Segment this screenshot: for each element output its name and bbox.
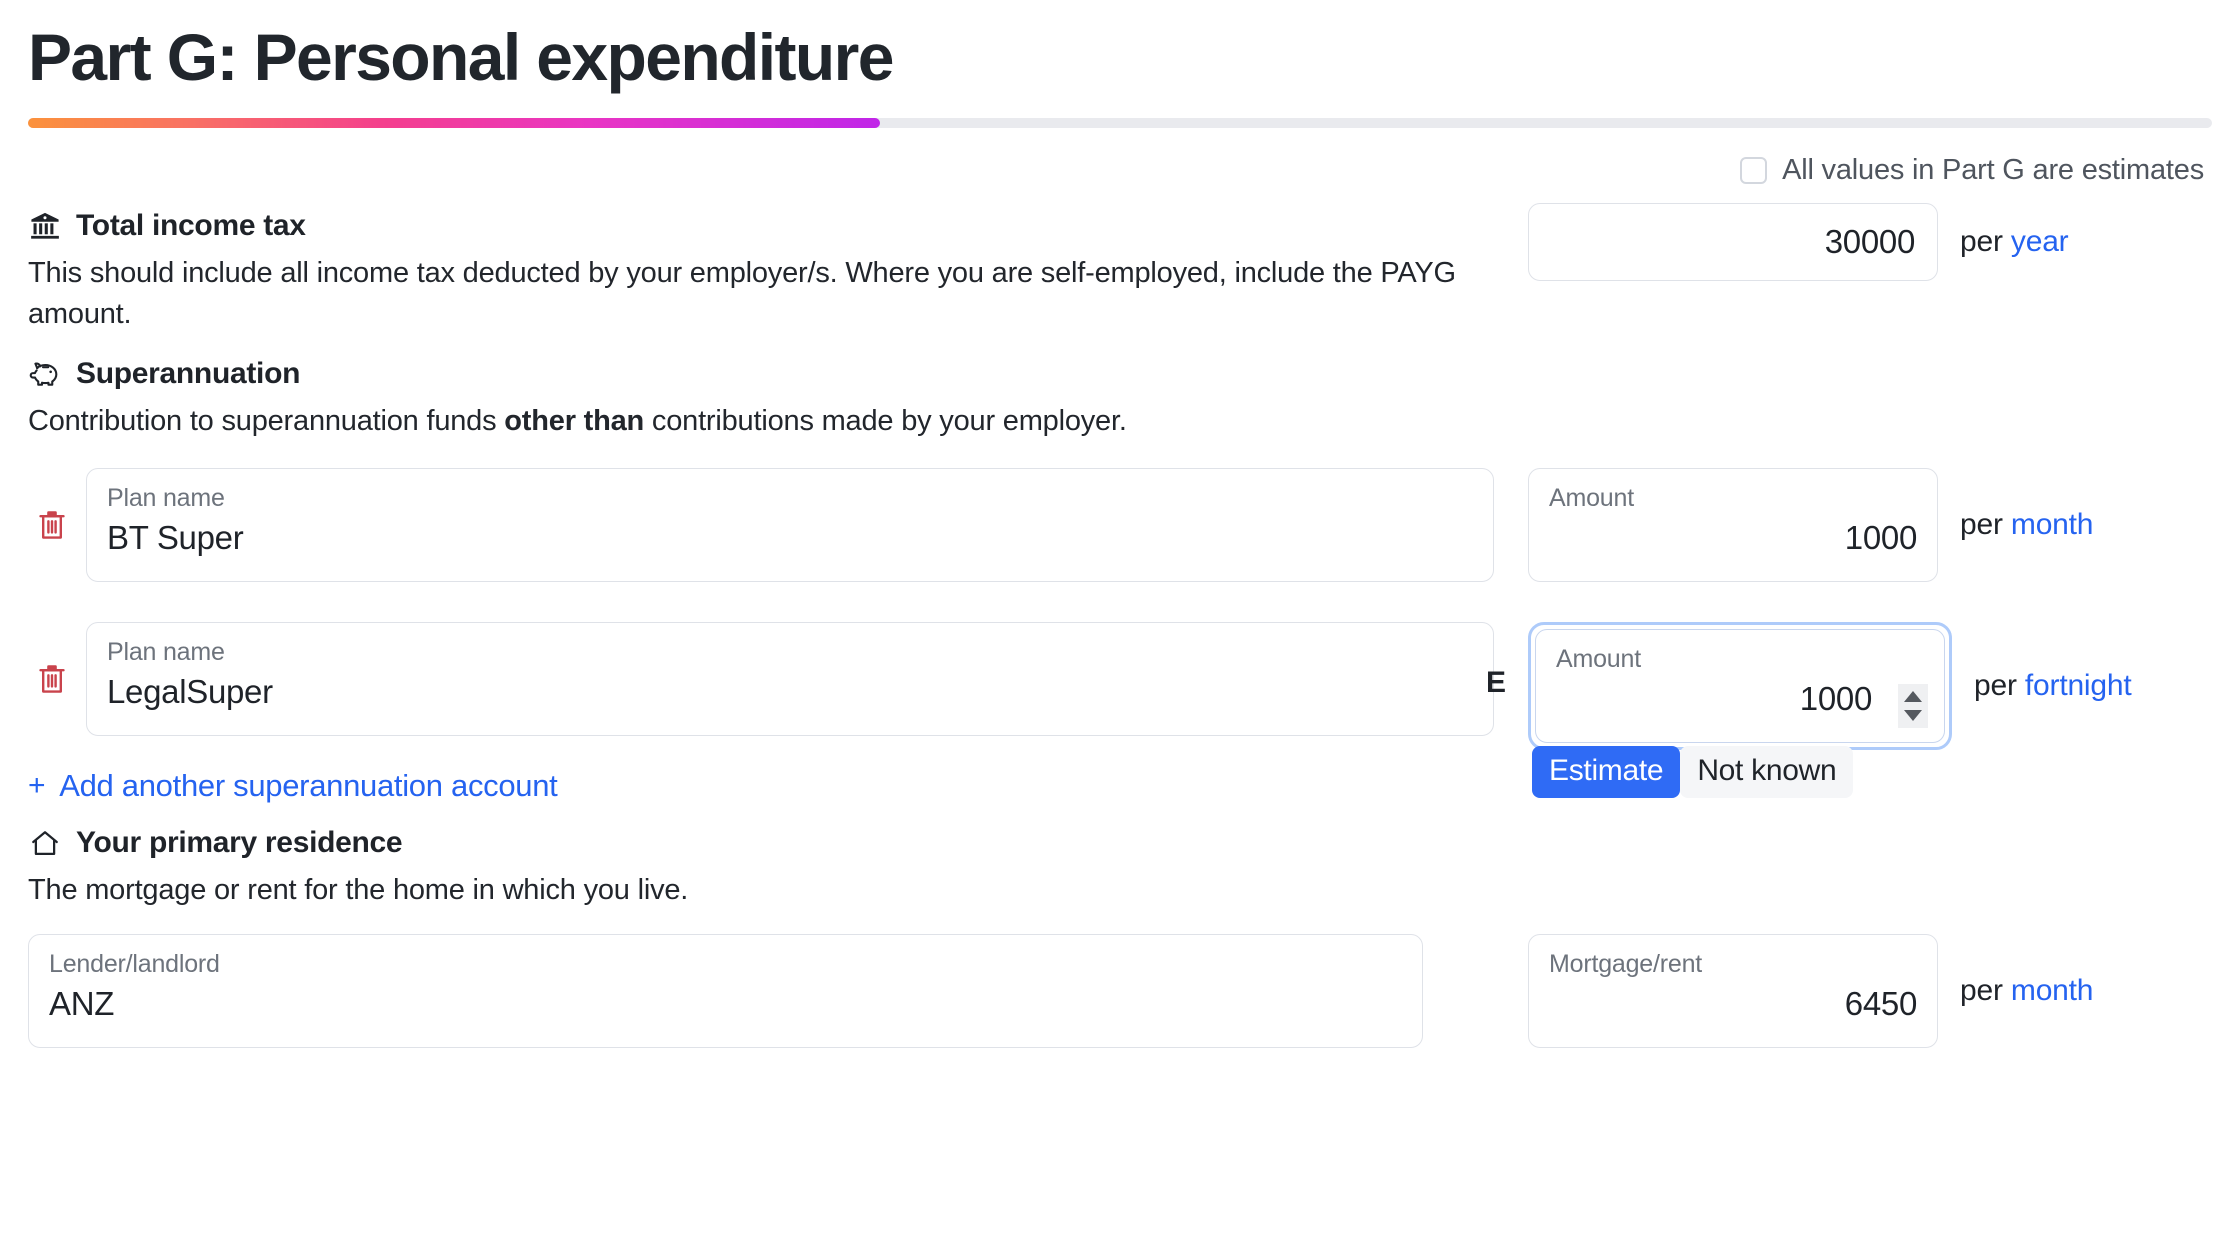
amount-input-2[interactable]: Amount 1000 (1535, 629, 1945, 744)
superannuation-account-row: Plan name LegalSuper E Amount 1000 Estim… (28, 622, 2212, 798)
superannuation-heading: Superannuation (28, 357, 2212, 391)
amount-frequency-2: per fortnight (1974, 669, 2132, 703)
lender-landlord-input[interactable]: Lender/landlord ANZ (28, 933, 1423, 1048)
plan-name-value-1: BT Super (107, 519, 244, 557)
income-tax-frequency: per year (1960, 224, 2069, 259)
amount-value-2: 1000 (1799, 680, 1873, 718)
primary-residence-title: Your primary residence (76, 826, 403, 860)
amount-label-1: Amount (1549, 484, 1634, 513)
per-word-2: per (1974, 669, 2017, 703)
per-word-residence: per (1960, 973, 2003, 1007)
number-stepper[interactable] (1898, 684, 1928, 729)
per-word-1: per (1960, 508, 2003, 542)
piggy-bank-icon (28, 357, 62, 391)
all-estimates-label: All values in Part G are estimates (1782, 153, 2204, 186)
frequency-link-1[interactable]: month (2011, 508, 2094, 541)
plan-name-label-1: Plan name (107, 484, 225, 513)
income-tax-amount-row: 30000 per year (1528, 202, 2069, 281)
lender-landlord-label: Lender/landlord (49, 949, 220, 978)
income-tax-amount-input[interactable]: 30000 (1528, 202, 1938, 281)
plan-name-label-2: Plan name (107, 638, 225, 667)
page-title: Part G: Personal expenditure (28, 20, 894, 94)
progress-bar-fill (28, 117, 880, 128)
income-tax-title: Total income tax (76, 208, 306, 242)
plan-name-value-2: LegalSuper (107, 673, 273, 711)
frequency-link-2[interactable]: fortnight (2025, 669, 2132, 702)
estimate-partial-label: E (1486, 666, 1506, 700)
superannuation-title: Superannuation (76, 357, 301, 391)
bank-icon (28, 209, 62, 243)
desc-bold: other than (504, 405, 645, 438)
plan-name-input-2[interactable]: Plan name LegalSuper (86, 622, 1494, 737)
all-estimates-toggle[interactable]: All values in Part G are estimates (28, 154, 2212, 187)
amount-focus-stack: E Amount 1000 Estimate Not known (1486, 622, 1952, 798)
home-icon (28, 826, 62, 860)
estimate-option-estimate[interactable]: Estimate (1532, 746, 1681, 798)
mortgage-rent-value: 6450 (1844, 984, 1918, 1022)
add-superannuation-account-label: Add another superannuation account (59, 768, 558, 804)
income-tax-frequency-link[interactable]: year (2011, 225, 2069, 258)
delete-superannuation-account-button[interactable] (28, 509, 76, 541)
mortgage-rent-label: Mortgage/rent (1549, 949, 1703, 978)
lender-landlord-value: ANZ (49, 984, 115, 1022)
income-tax-description: This should include all income tax deduc… (28, 256, 1456, 331)
estimate-dropdown[interactable]: Estimate Not known (1532, 746, 1854, 798)
amount-frequency-1: per month (1960, 508, 2093, 542)
primary-residence-heading: Your primary residence (28, 826, 2212, 860)
personal-expenditure-form: Part G: Personal expenditure All values … (0, 0, 2240, 1260)
amount-input-1[interactable]: Amount 1000 (1528, 468, 1938, 583)
mortgage-rent-group: Mortgage/rent 6450 per month (1528, 933, 2093, 1048)
primary-residence-description: The mortgage or rent for the home in whi… (28, 874, 689, 907)
amount-label-2: Amount (1556, 645, 1641, 674)
stepper-up-icon[interactable] (1904, 691, 1922, 703)
plus-icon: + (28, 769, 46, 803)
superannuation-amount-group-1: Amount 1000 per month (1528, 468, 2093, 583)
income-tax-section: Total income tax This should include all… (28, 202, 2212, 335)
desc-part-1: Contribution to superannuation funds (28, 405, 505, 438)
progress-bar (28, 117, 2212, 128)
estimate-option-not-known[interactable]: Not known (1680, 746, 1854, 798)
amount-input-2-focus-ring: Amount 1000 (1528, 622, 1952, 751)
amount-value-1: 1000 (1844, 519, 1918, 557)
add-superannuation-account-button[interactable]: + Add another superannuation account (28, 768, 2212, 804)
stepper-down-icon[interactable] (1904, 710, 1922, 722)
superannuation-description: Contribution to superannuation funds oth… (28, 401, 1498, 442)
all-estimates-checkbox[interactable] (1740, 156, 1768, 184)
superannuation-amount-group-2: E Amount 1000 Estimate Not known per for… (1486, 622, 2132, 798)
per-word: per (1960, 224, 2003, 258)
primary-residence-section: Your primary residence The mortgage or r… (28, 826, 2212, 1048)
primary-residence-row: Lender/landlord ANZ Mortgage/rent 6450 p… (28, 933, 2212, 1048)
desc-part-2: contributions made by your employer. (644, 405, 1127, 438)
mortgage-rent-input[interactable]: Mortgage/rent 6450 (1528, 933, 1938, 1048)
mortgage-rent-frequency-link[interactable]: month (2011, 974, 2094, 1007)
mortgage-rent-frequency: per month (1960, 974, 2093, 1008)
delete-superannuation-account-button[interactable] (28, 663, 76, 695)
income-tax-amount-value: 30000 (1824, 222, 1916, 260)
superannuation-account-row: Plan name BT Super Amount 1000 per month (28, 468, 2212, 583)
superannuation-section: Superannuation Contribution to superannu… (28, 357, 2212, 804)
plan-name-input-1[interactable]: Plan name BT Super (86, 468, 1494, 583)
